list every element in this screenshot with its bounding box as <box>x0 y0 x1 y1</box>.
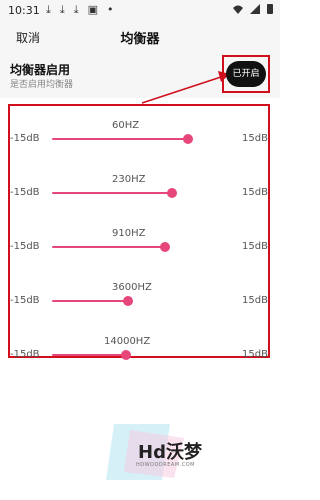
band-slider-track[interactable] <box>52 192 172 194</box>
band-max-label: 15dB <box>242 133 268 144</box>
watermark-subtext: HDWOODREAM.COM <box>136 462 195 468</box>
dot-icon: • <box>107 3 114 16</box>
download-icon: ⤓ <box>73 3 79 16</box>
toggle-title: 均衡器启用 <box>10 63 71 77</box>
page-title: 均衡器 <box>120 32 160 47</box>
band-max-label: 15dB <box>242 241 268 252</box>
band-frequency-label: 14000HZ <box>104 336 151 347</box>
band-slider-track[interactable] <box>52 138 188 140</box>
band-max-label: 15dB <box>242 187 268 198</box>
band-slider-track[interactable] <box>52 246 165 248</box>
band-slider-thumb[interactable] <box>182 134 193 144</box>
status-notification-icons: ⤓ ⤓ ⤓ ▣ • <box>46 3 114 17</box>
band-min-label: -15dB <box>10 187 40 198</box>
band-max-label: 15dB <box>242 349 268 360</box>
band-frequency-label: 230HZ <box>112 174 146 185</box>
equalizer-toggle-button[interactable]: 已开启 <box>226 61 266 87</box>
band-min-label: -15dB <box>10 349 40 360</box>
download-icon: ⤓ <box>46 3 51 16</box>
band-frequency-label: 3600HZ <box>112 282 152 293</box>
wifi-icon <box>233 5 243 14</box>
download-icon: ⤓ <box>59 3 65 16</box>
status-system-icons <box>232 3 274 15</box>
watermark-text: Hd沃梦 <box>138 442 202 463</box>
battery-icon <box>267 4 273 14</box>
photo-icon: ▣ <box>87 3 99 16</box>
band-slider-thumb[interactable] <box>166 188 177 198</box>
toggle-subtitle: 是否启用均衡器 <box>10 80 74 90</box>
band-frequency-label: 910HZ <box>112 228 146 239</box>
band-min-label: -15dB <box>10 295 40 306</box>
band-slider-thumb[interactable] <box>120 350 131 360</box>
band-slider-track[interactable] <box>52 354 126 356</box>
band-frequency-label: 60HZ <box>112 120 140 131</box>
band-slider-thumb[interactable] <box>122 296 133 306</box>
band-slider-thumb[interactable] <box>159 242 170 252</box>
band-max-label: 15dB <box>242 295 268 306</box>
band-slider-track[interactable] <box>52 300 128 302</box>
band-min-label: -15dB <box>10 133 40 144</box>
status-time: 10:31 <box>8 4 40 17</box>
band-min-label: -15dB <box>10 241 40 252</box>
signal-icon <box>250 4 260 14</box>
